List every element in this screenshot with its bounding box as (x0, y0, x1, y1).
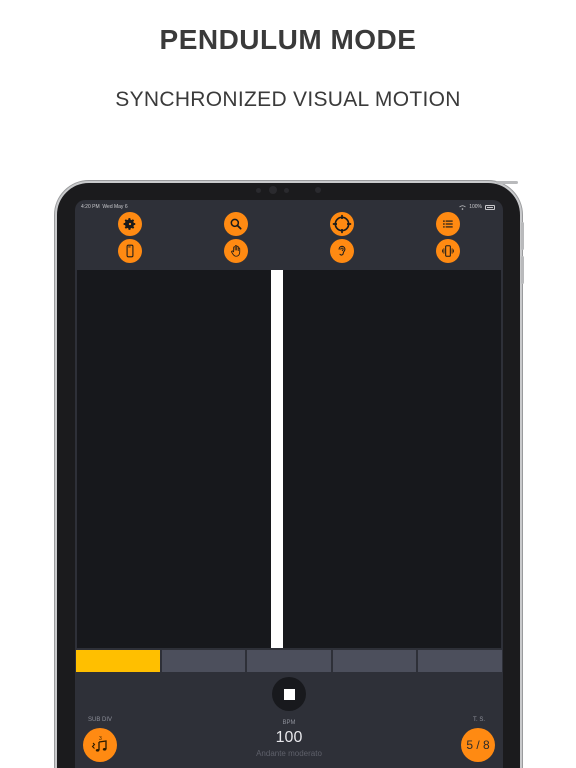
wifi-icon (459, 204, 466, 210)
settings-button[interactable] (118, 212, 142, 236)
triplet-note-icon: 3 (91, 736, 107, 752)
flash-button[interactable] (118, 239, 142, 263)
target-icon (332, 214, 352, 234)
beat-indicator-1[interactable] (76, 650, 160, 672)
pendulum-bar (271, 270, 283, 648)
sound-button[interactable] (330, 239, 354, 263)
tablet-top-button (496, 181, 518, 184)
tablet-volume-up-button (521, 222, 524, 250)
tablet-volume-down-button (521, 256, 524, 284)
tempo-name: Andante moderato (256, 749, 322, 758)
subdivision-label: SUB DIV (87, 717, 112, 723)
search-icon (230, 218, 242, 230)
app-screen: 4:20 PM Wed May 6 100% SUB DIV 3 BPM 100… (75, 200, 503, 768)
battery-percent: 100% (469, 204, 482, 210)
battery-icon (485, 204, 495, 210)
beat-indicator-2[interactable] (161, 650, 246, 672)
bpm-label: BPM (282, 720, 296, 726)
promo-subtitle: SYNCHRONIZED VISUAL MOTION (115, 88, 461, 111)
target-button[interactable] (330, 212, 354, 236)
list-icon (443, 220, 453, 228)
status-bar: 4:20 PM Wed May 6 100% (75, 200, 503, 214)
vibrate-icon (442, 245, 454, 257)
beat-indicator-row (75, 650, 503, 672)
subdivision-button[interactable]: 3 (83, 728, 117, 762)
hand-icon (231, 245, 241, 257)
beat-indicator-5[interactable] (418, 650, 502, 672)
time-signature-value: 5 / 8 (466, 738, 490, 752)
status-indicators: 100% (459, 204, 495, 210)
ear-icon (338, 245, 346, 256)
phone-flash-icon (126, 244, 134, 258)
pendulum-area (77, 270, 501, 648)
playlist-button[interactable] (436, 212, 460, 236)
bpm-value[interactable]: 100 (249, 729, 329, 747)
sensor-icon (256, 188, 261, 193)
search-button[interactable] (224, 212, 248, 236)
vibrate-button[interactable] (436, 239, 460, 263)
beat-indicator-3[interactable] (247, 650, 331, 672)
sensor-icon (315, 187, 321, 193)
stop-icon (283, 688, 295, 700)
time-signature-button[interactable]: 5 / 8 (461, 728, 495, 762)
sensor-icon (284, 188, 289, 193)
status-time: 4:20 PM Wed May 6 (81, 204, 128, 210)
gear-icon (123, 218, 136, 230)
promo-title: PENDULUM MODE (159, 24, 417, 55)
beat-indicator-4[interactable] (332, 650, 417, 672)
camera-icon (269, 186, 277, 194)
stop-button[interactable] (272, 677, 306, 711)
tap-tempo-button[interactable] (224, 239, 248, 263)
time-signature-label: T. S. (472, 717, 485, 723)
